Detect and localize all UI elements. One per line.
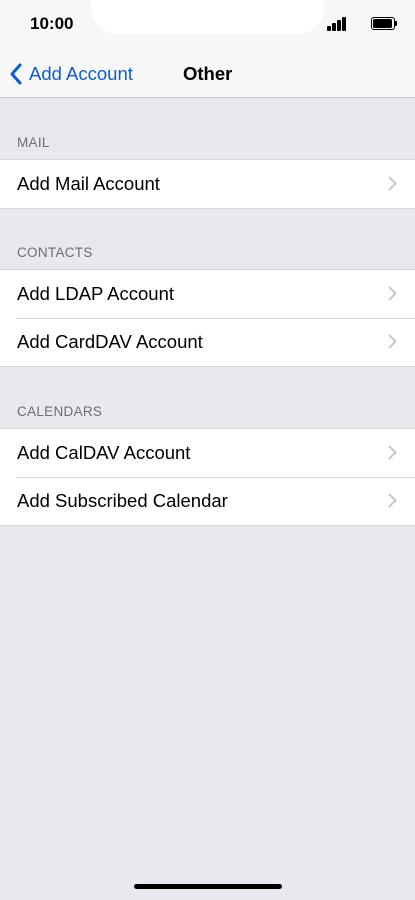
- status-time: 10:00: [30, 14, 74, 33]
- section-mail: Add Mail Account: [0, 159, 415, 209]
- phone-screen: 10:00 Add Account Other MAIL Add Mail Ac…: [0, 0, 415, 900]
- list-item-add-mail-account[interactable]: Add Mail Account: [0, 160, 415, 208]
- chevron-right-icon: [388, 493, 397, 508]
- list-item-label: Add Subscribed Calendar: [17, 490, 228, 511]
- list-item-add-carddav-account[interactable]: Add CardDAV Account: [0, 318, 415, 366]
- section-header-mail: MAIL: [17, 135, 50, 150]
- home-indicator[interactable]: [134, 884, 282, 889]
- status-icons: [317, 17, 397, 31]
- navigation-bar: Add Account Other: [0, 50, 415, 98]
- status-bar: 10:00: [0, 0, 415, 50]
- list-item-label: Add Mail Account: [17, 173, 160, 194]
- page-title: Other: [183, 63, 233, 84]
- section-header-calendars: CALENDARS: [17, 404, 103, 419]
- section-calendars: Add CalDAV Account Add Subscribed Calend…: [0, 428, 415, 526]
- list-item-add-caldav-account[interactable]: Add CalDAV Account: [0, 429, 415, 477]
- chevron-right-icon: [388, 286, 397, 301]
- back-button[interactable]: Add Account: [8, 59, 133, 89]
- list-item-label: Add LDAP Account: [17, 283, 175, 304]
- chevron-right-icon: [388, 334, 397, 349]
- list-item-add-subscribed-calendar[interactable]: Add Subscribed Calendar: [0, 477, 415, 525]
- list-item-add-ldap-account[interactable]: Add LDAP Account: [0, 270, 415, 318]
- signal-bars-icon: [327, 17, 347, 31]
- battery-icon: [371, 17, 397, 30]
- section-header-contacts: CONTACTS: [17, 245, 93, 260]
- back-button-label: Add Account: [29, 63, 133, 84]
- notch: [91, 0, 324, 34]
- list-item-label: Add CardDAV Account: [17, 331, 203, 352]
- list-item-label: Add CalDAV Account: [17, 442, 191, 463]
- chevron-right-icon: [388, 445, 397, 460]
- chevron-right-icon: [388, 176, 397, 191]
- section-contacts: Add LDAP Account Add CardDAV Account: [0, 269, 415, 367]
- chevron-left-icon: [10, 63, 22, 85]
